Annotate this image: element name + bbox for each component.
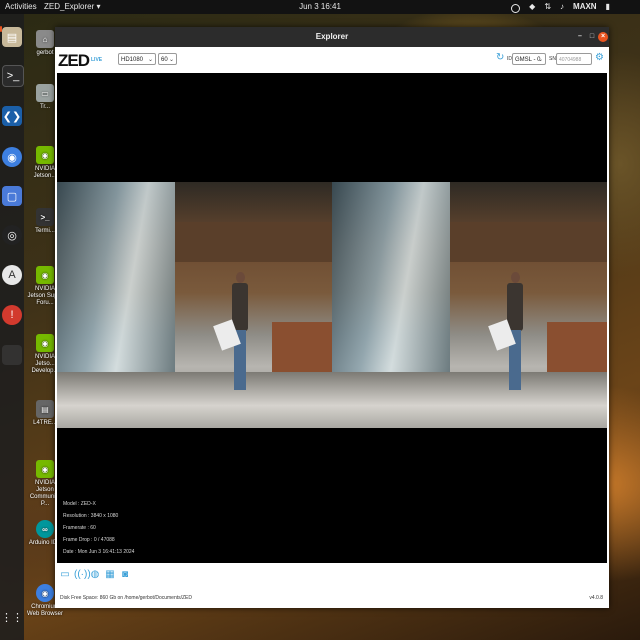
window-titlebar[interactable]: Explorer – □ × — [55, 27, 609, 47]
apps-grid-icon[interactable]: ⋮⋮ — [1, 607, 23, 627]
dock: ▤ >_ ❮❯ ◉ ▢ ◎ A ! ⋮⋮ — [0, 14, 24, 640]
info-frame-drop: Frame Drop : 0 / 47088 — [63, 537, 115, 543]
files-icon[interactable]: ▤ — [2, 27, 22, 47]
top-panel: Activities ZED_Explorer ▾ Jun 3 16:41 ◆ … — [0, 0, 640, 14]
chromium-icon[interactable]: ◉ — [2, 147, 22, 167]
minimize-button[interactable]: – — [575, 32, 585, 42]
close-button[interactable]: × — [598, 32, 608, 42]
volume-icon[interactable]: ♪ — [560, 0, 564, 14]
zed-explorer-window: Explorer – □ × ZED LIVE HD1080 ⌄ 60 ⌄ ↻ … — [55, 27, 609, 608]
home-icon: ⌂ — [36, 30, 54, 48]
obs-icon[interactable]: ◎ — [2, 225, 22, 245]
fps-select[interactable]: 60 ⌄ — [158, 53, 177, 65]
chevron-down-icon: ⌄ — [168, 57, 174, 63]
info-framerate: Framerate : 60 — [63, 525, 96, 531]
doc-icon: ▤ — [36, 400, 54, 418]
blank-dock-icon[interactable] — [2, 345, 22, 365]
network-icon[interactable]: ⇅ — [544, 0, 551, 14]
info-date: Date : Mon Jun 3 16:41:13 2024 — [63, 549, 135, 555]
nvidia-icon: ◉ — [36, 460, 54, 478]
terminal-icon: >_ — [36, 208, 54, 226]
svo-icon[interactable]: ▦ — [104, 569, 116, 581]
disk-space-status: Disk Free Space: 860 Gb on /home/gerbot/… — [60, 595, 193, 601]
chevron-down-icon: ⌄ — [537, 57, 543, 63]
window-title: Explorer — [315, 32, 349, 41]
screenshot-icon[interactable]: ▢ — [2, 186, 22, 206]
terminal-icon[interactable]: >_ — [2, 65, 24, 87]
nvidia-icon: ◉ — [36, 266, 54, 284]
broadcast-icon[interactable]: ((·)) — [74, 569, 91, 581]
refresh-icon[interactable]: ↻ — [496, 52, 504, 63]
update-icon[interactable]: ! — [2, 305, 22, 325]
right-camera-image — [332, 182, 607, 428]
trash-icon: ▭ — [36, 84, 54, 102]
stereo-video-feed — [57, 182, 607, 428]
power-icon[interactable] — [511, 3, 521, 13]
info-model: Model : ZED-X — [63, 501, 96, 507]
system-tray[interactable]: ◆ ⇅ ♪ MAXN ▮ — [511, 0, 610, 14]
serial-number-field[interactable]: 40704988 — [556, 53, 592, 65]
maximize-button[interactable]: □ — [587, 32, 597, 42]
video-viewer[interactable]: Model : ZED-X Resolution : 3840 x 1080 F… — [57, 73, 607, 563]
sn-label: SN — [549, 56, 556, 62]
chromium-icon: ◉ — [36, 584, 54, 602]
zed-logo: ZED — [58, 51, 90, 70]
chevron-down-icon: ⌄ — [147, 57, 153, 63]
snapshot-camera-icon[interactable]: ◙ — [119, 569, 131, 581]
live-label: LIVE — [91, 57, 103, 63]
camera-id-select[interactable]: GMSL - 0 ⌄ — [512, 53, 546, 65]
folder-icon[interactable]: ▭ — [59, 569, 71, 581]
nvidia-icon[interactable]: ◆ — [529, 0, 535, 14]
camera-info-overlay: Model : ZED-X Resolution : 3840 x 1080 F… — [63, 498, 134, 558]
toolbar: ZED LIVE HD1080 ⌄ 60 ⌄ ↻ ID GMSL - 0 ⌄ S… — [55, 47, 609, 73]
settings-gear-icon[interactable]: ⚙ — [595, 52, 604, 63]
nvidia-icon: ◉ — [36, 146, 54, 164]
info-resolution: Resolution : 3840 x 1080 — [63, 513, 119, 519]
power-mode[interactable]: MAXN — [573, 0, 597, 14]
left-camera-image — [57, 182, 332, 428]
record-icon[interactable]: ◍ — [89, 569, 101, 581]
app-store-icon[interactable]: A — [2, 265, 22, 285]
arduino-icon: ∞ — [36, 520, 54, 538]
version-label: v4.0.8 — [589, 595, 603, 601]
bottom-bar: ▭ ((·)) ◍ ▦ ◙ Disk Free Space: 860 Gb on… — [55, 563, 609, 608]
resolution-select[interactable]: HD1080 ⌄ — [118, 53, 156, 65]
nvidia-icon: ◉ — [36, 334, 54, 352]
vscode-icon[interactable]: ❮❯ — [2, 106, 22, 126]
battery-icon[interactable]: ▮ — [606, 0, 610, 14]
